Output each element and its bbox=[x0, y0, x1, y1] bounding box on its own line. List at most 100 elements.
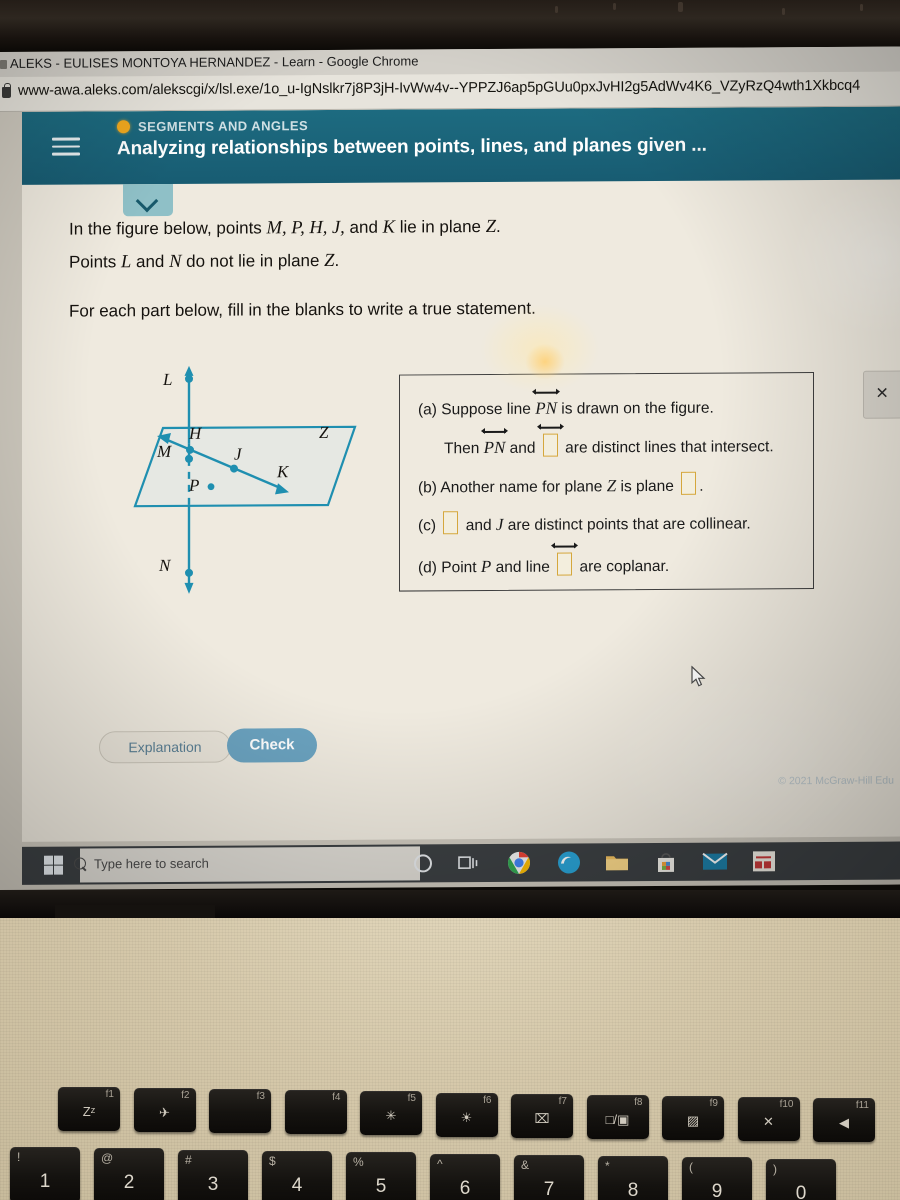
answer-blank-c[interactable] bbox=[443, 511, 459, 535]
hamburger-menu-icon[interactable] bbox=[52, 137, 80, 158]
key-symbol-label: # bbox=[185, 1152, 192, 1167]
key-symbol-label: @ bbox=[101, 1151, 114, 1166]
line-pn-notation: PN bbox=[535, 388, 560, 419]
answer-part-c: (c) and J are distinct points that are c… bbox=[418, 509, 751, 535]
problem-prompt: In the figure below, points M, P, H, J, … bbox=[69, 212, 669, 329]
key-fn-label: f11 bbox=[855, 1100, 869, 1111]
mouse-cursor bbox=[691, 665, 706, 687]
aleks-page: SEGMENTS AND ANGLES Analyzing relationsh… bbox=[22, 106, 900, 842]
chevron-down-icon bbox=[135, 189, 159, 213]
key-f1[interactable]: f1 Zᶻ bbox=[58, 1087, 120, 1131]
point-L bbox=[185, 374, 193, 383]
task-view-icon[interactable] bbox=[457, 852, 479, 874]
key-fn-label: f4 bbox=[332, 1092, 341, 1104]
laptop-photo: ALEKS - EULISES MONTOYA HERNANDEZ - Lear… bbox=[0, 0, 900, 1200]
key-number-label: 0 bbox=[795, 1182, 807, 1200]
key-f5[interactable]: f5 ✳ bbox=[360, 1091, 422, 1136]
key-8[interactable]: * 8 bbox=[598, 1156, 668, 1200]
url-text[interactable]: www-awa.aleks.com/alekscgi/x/lsl.exe/1o_… bbox=[18, 77, 900, 99]
key-f9[interactable]: f9 ▨ bbox=[662, 1095, 724, 1140]
windows-taskbar: Type here to search bbox=[22, 841, 900, 885]
key-symbol-label: & bbox=[521, 1157, 530, 1172]
key-5[interactable]: % 5 bbox=[346, 1152, 416, 1200]
key-f3[interactable]: f3 bbox=[209, 1089, 271, 1134]
geometry-figure-svg bbox=[133, 365, 357, 594]
part-a-label: (a) bbox=[418, 401, 437, 419]
key-1[interactable]: ! 1 bbox=[10, 1147, 80, 1200]
start-button-icon[interactable] bbox=[44, 855, 64, 876]
cortana-icon[interactable] bbox=[412, 852, 434, 874]
search-icon bbox=[74, 857, 86, 870]
blank-d-arrow bbox=[554, 541, 579, 576]
geometry-figure: L M H J K P Z N bbox=[97, 365, 377, 597]
browser-address-bar[interactable]: www-awa.aleks.com/alekscgi/x/lsl.exe/1o_… bbox=[0, 71, 900, 112]
figure-label-Z: Z bbox=[319, 422, 329, 443]
blank-a-arrow bbox=[540, 423, 564, 458]
key-fn-label: f2 bbox=[181, 1090, 190, 1102]
part-c-label: (c) bbox=[418, 517, 437, 535]
key-symbol-label: % bbox=[353, 1155, 364, 1170]
key-glyph-icon: ⌧ bbox=[534, 1110, 550, 1126]
topic-status-dot-icon bbox=[117, 120, 130, 134]
key-9[interactable]: (9 bbox=[682, 1157, 752, 1200]
key-fn-label: f1 bbox=[105, 1089, 114, 1100]
key-glyph-icon: ✈ bbox=[159, 1105, 170, 1121]
figure-label-J: J bbox=[234, 444, 242, 464]
key-f10[interactable]: f10 ✕ bbox=[737, 1096, 800, 1141]
key-6[interactable]: ^ 6 bbox=[430, 1153, 500, 1200]
figure-label-M: M bbox=[157, 441, 172, 462]
answer-part-a-line1: (a) Suppose line PN is drawn on the figu… bbox=[418, 388, 714, 420]
expand-chevron-button[interactable] bbox=[123, 183, 173, 217]
line-arrow-top bbox=[184, 365, 194, 376]
key-number-label: 4 bbox=[291, 1174, 303, 1196]
key-symbol-label: $ bbox=[269, 1153, 276, 1168]
line-pn-notation-2: PN bbox=[484, 427, 509, 458]
keyboard: f1 Zᶻ f2 ✈ f3 f4 f5 ✳ f6 ☀ f7 ⌧ f8 □/▣ f9 ▨ f10 ✕ f11 ◀ ! 1 @… bbox=[0, 1085, 900, 1200]
key-symbol-label: ! bbox=[17, 1150, 21, 1164]
answer-blank-b[interactable] bbox=[681, 471, 697, 495]
microsoft-store-icon[interactable] bbox=[655, 850, 677, 874]
key-fn-label: f7 bbox=[558, 1095, 567, 1107]
key-glyph-icon: Zᶻ bbox=[82, 1104, 96, 1119]
key-f6[interactable]: f6 ☀ bbox=[435, 1092, 498, 1137]
key-f7[interactable]: f7 ⌧ bbox=[511, 1093, 573, 1138]
gift-icon[interactable] bbox=[752, 850, 776, 872]
answer-blank-d[interactable] bbox=[557, 552, 573, 576]
key-fn-label: f9 bbox=[709, 1097, 718, 1109]
chrome-icon[interactable] bbox=[507, 851, 531, 875]
answer-blank-a[interactable] bbox=[542, 433, 558, 457]
explanation-button[interactable]: Explanation bbox=[99, 730, 231, 764]
key-0[interactable]: ) 0 bbox=[766, 1158, 836, 1200]
copyright-text: © 2021 McGraw-Hill Edu bbox=[778, 774, 894, 788]
key-symbol-label: ^ bbox=[437, 1156, 443, 1171]
key-f11[interactable]: f11 ◀ bbox=[813, 1098, 875, 1142]
close-icon: × bbox=[876, 381, 889, 405]
part-d-label: (d) bbox=[418, 559, 437, 577]
mail-icon[interactable] bbox=[702, 852, 728, 872]
key-f8[interactable]: f8 □/▣ bbox=[586, 1094, 649, 1139]
check-button[interactable]: Check bbox=[227, 728, 317, 763]
key-glyph-icon: ◀ bbox=[839, 1115, 849, 1130]
key-f4[interactable]: f4 bbox=[284, 1090, 347, 1135]
close-button[interactable]: × bbox=[863, 370, 900, 419]
key-7[interactable]: & 7 bbox=[514, 1154, 584, 1200]
key-number-label: 6 bbox=[459, 1177, 471, 1199]
point-P bbox=[207, 483, 215, 491]
file-explorer-icon[interactable] bbox=[605, 852, 629, 872]
key-number-label: 8 bbox=[627, 1180, 639, 1200]
page-title: Analyzing relationships between points, … bbox=[117, 134, 707, 160]
key-f2[interactable]: f2 ✈ bbox=[133, 1088, 196, 1133]
prompt-line-2: Points L and N do not lie in plane Z. bbox=[69, 250, 340, 272]
key-symbol-label: ( bbox=[689, 1160, 693, 1175]
key-glyph-icon: ☀ bbox=[460, 1109, 473, 1125]
laptop-bezel-top bbox=[0, 0, 900, 52]
point-H bbox=[186, 445, 194, 454]
answer-part-d: (d) Point P and line are coplanar. bbox=[418, 541, 669, 578]
browser-tab-title[interactable]: ALEKS - EULISES MONTOYA HERNANDEZ - Lear… bbox=[10, 53, 418, 70]
point-M bbox=[185, 454, 193, 463]
key-4[interactable]: $4 bbox=[262, 1150, 332, 1200]
key-3[interactable]: #3 bbox=[178, 1149, 248, 1200]
key-2[interactable]: @2 bbox=[94, 1148, 164, 1200]
edge-icon[interactable] bbox=[557, 850, 581, 874]
line-arrow-bottom bbox=[184, 582, 194, 594]
